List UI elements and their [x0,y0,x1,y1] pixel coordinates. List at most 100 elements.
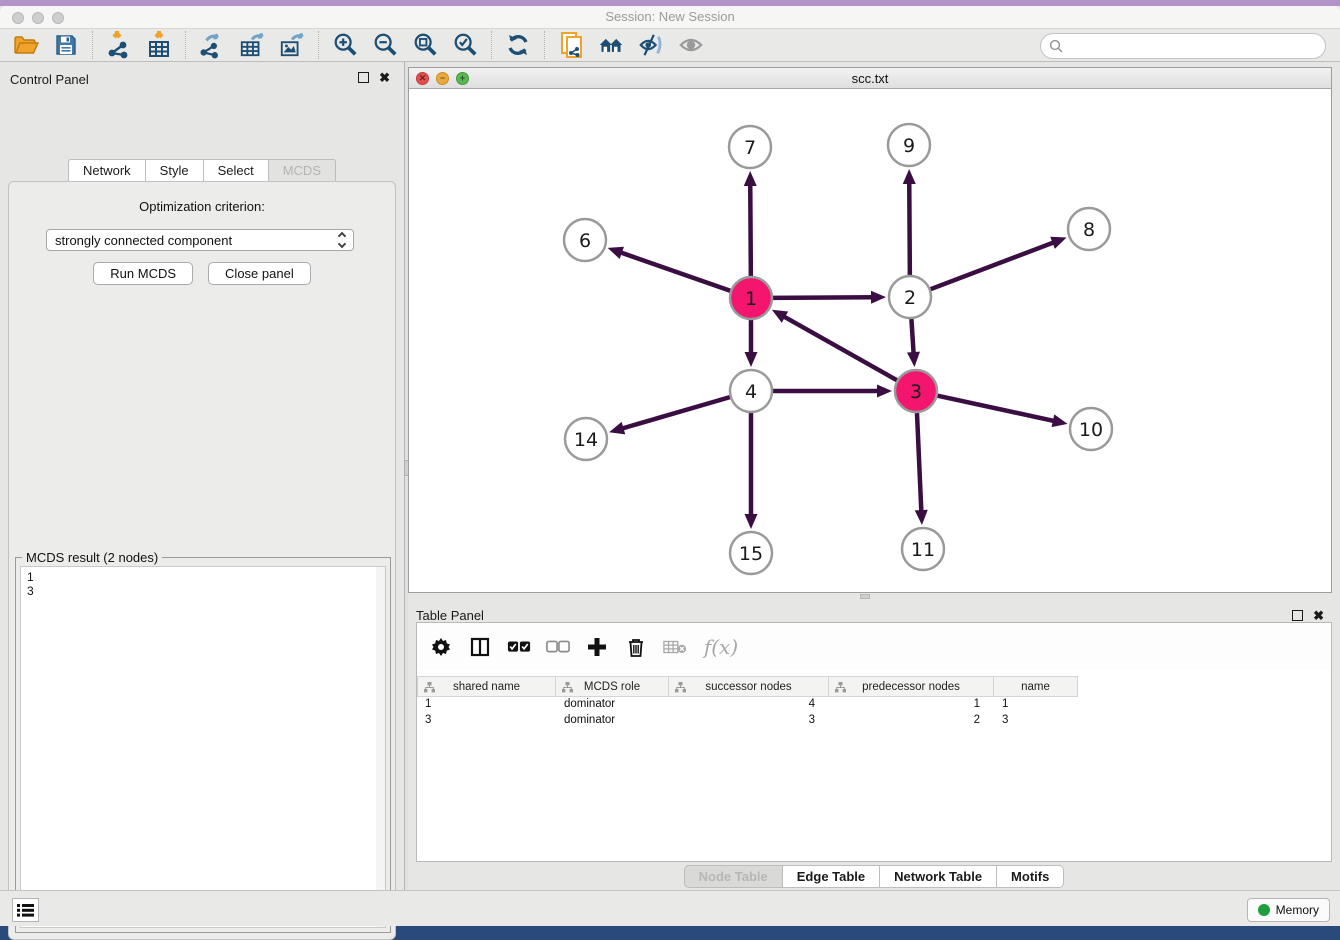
edge-arrowhead [745,514,758,529]
mcds-result-scrollbar[interactable] [376,567,385,927]
eye-icon[interactable] [678,32,704,58]
edge-4-14[interactable] [620,397,730,429]
graph-node-label: 15 [739,543,763,565]
show-panels-button[interactable] [12,898,39,922]
export-table-icon[interactable] [239,32,265,58]
run-mcds-button[interactable]: Run MCDS [93,262,193,285]
network-canvas[interactable]: 7968124314101511 [409,89,1331,592]
table-cell[interactable]: 2 [829,713,994,729]
table-row[interactable]: 3dominator323 [417,713,1331,729]
home-icon[interactable] [598,32,624,58]
graph-node-label: 1 [745,288,757,310]
edge-2-8[interactable] [931,241,1057,289]
search-icon [1049,39,1063,53]
column-header[interactable]: successor nodes [669,676,829,697]
splitter-handle[interactable] [860,594,870,599]
table-cell[interactable]: 1 [829,697,994,713]
edge-3-10[interactable] [937,396,1056,422]
search-input[interactable] [1069,39,1325,53]
clone-network-icon[interactable] [558,32,584,58]
add-column-icon[interactable] [585,635,609,659]
memory-button[interactable]: Memory [1247,898,1330,922]
table-cell[interactable]: dominator [556,713,669,729]
table-tabs: Node Table Edge Table Network Table Moti… [408,865,1340,888]
delete-table-icon[interactable] [663,635,687,659]
edge-2-3[interactable] [911,319,913,356]
table-cell[interactable]: 3 [669,713,829,729]
edge-2-9[interactable] [909,180,910,275]
edge-arrowhead [903,169,916,184]
edge-arrowhead [871,291,886,304]
column-header[interactable]: predecessor nodes [829,676,994,697]
export-image-icon[interactable] [279,32,305,58]
status-bar: Memory [0,890,1340,926]
close-panel-button[interactable]: Close panel [208,262,311,285]
network-window-titlebar[interactable]: ✕ − + scc.txt [409,68,1331,89]
tab-mcds[interactable]: MCDS [268,159,336,182]
zoom-in-icon[interactable] [332,32,358,58]
zoom-fit-icon[interactable] [412,32,438,58]
save-session-icon[interactable] [53,32,79,58]
edge-3-11[interactable] [917,413,921,514]
import-network-icon[interactable] [106,32,132,58]
mcds-result-text[interactable]: 1 3 [20,566,386,928]
edge-arrowhead [915,510,928,525]
search-field[interactable] [1040,33,1326,59]
mcds-result-group: MCDS result (2 nodes) 1 3 [15,557,391,933]
column-header[interactable]: name [994,676,1078,697]
edge-arrowhead [1052,414,1068,427]
graph-node-label: 14 [574,429,598,451]
edge-1-7[interactable] [750,182,751,276]
table-cell[interactable]: 1 [417,697,556,713]
memory-status-icon [1258,904,1270,916]
memory-label: Memory [1276,903,1319,917]
graph-node-label: 4 [745,381,757,403]
open-session-icon[interactable] [13,32,39,58]
table-cell[interactable]: dominator [556,697,669,713]
edge-arrowhead [745,352,758,367]
close-panel-icon[interactable]: ✖ [379,72,390,83]
table-row[interactable]: 1dominator411 [417,697,1331,713]
column-header-label: predecessor nodes [862,681,960,693]
zoom-out-icon[interactable] [372,32,398,58]
tab-network[interactable]: Network [68,159,145,182]
close-panel-icon[interactable]: ✖ [1313,610,1324,621]
tab-motifs[interactable]: Motifs [996,865,1064,888]
table-cell[interactable]: 4 [669,697,829,713]
tab-network-table[interactable]: Network Table [879,865,996,888]
tab-edge-table[interactable]: Edge Table [782,865,879,888]
edge-1-6[interactable] [618,252,730,291]
table-panel: Table Panel ✖ [408,600,1340,890]
table-body: 1dominator4113dominator323 [417,697,1331,729]
table-cell[interactable]: 1 [994,697,1078,713]
tab-select[interactable]: Select [203,159,268,182]
table-cell[interactable]: 3 [994,713,1078,729]
network-window-title: scc.txt [409,71,1331,86]
criterion-select[interactable]: strongly connected component [46,229,354,251]
table-cell[interactable]: 3 [417,713,556,729]
deselect-all-icon[interactable] [546,635,570,659]
zoom-selected-icon[interactable] [452,32,478,58]
edge-1-2[interactable] [773,297,875,298]
columns-icon[interactable] [468,635,492,659]
float-panel-icon[interactable] [1292,610,1303,621]
gear-icon[interactable] [429,635,453,659]
horizontal-splitter[interactable] [408,593,1340,600]
refresh-icon[interactable] [505,32,531,58]
column-header[interactable]: MCDS role [556,676,669,697]
tab-node-table[interactable]: Node Table [684,865,782,888]
list-icon [17,903,34,917]
import-table-icon[interactable] [146,32,172,58]
export-network-icon[interactable] [199,32,225,58]
select-all-icon[interactable] [507,635,531,659]
edge-arrowhead [609,422,625,434]
column-header[interactable]: shared name [417,676,556,697]
delete-icon[interactable] [624,635,648,659]
hide-eye-icon[interactable] [638,32,664,58]
window-title: Session: New Session [0,9,1340,24]
tab-style[interactable]: Style [145,159,203,182]
table-toolbar: f(x) [417,623,1331,670]
edge-3-1[interactable] [781,315,896,380]
edge-arrowhead [744,171,757,186]
float-panel-icon[interactable] [358,72,369,83]
